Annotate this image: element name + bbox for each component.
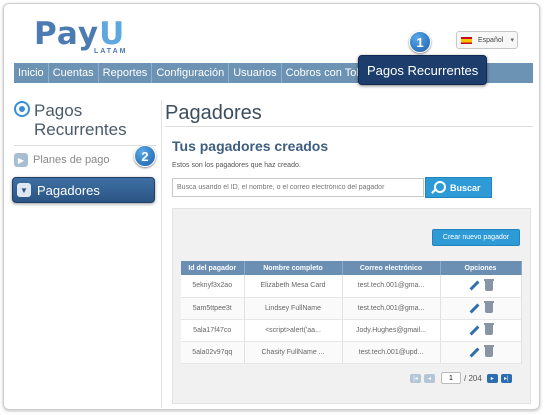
sidebar-title: Pagos Recurrentes	[34, 101, 127, 139]
page-total: / 204	[464, 373, 482, 383]
sidebar-title-line1: Pagos	[34, 101, 83, 120]
table-header-row: Id del pagador Nombre completo Correo el…	[181, 261, 522, 275]
sidebar-divider	[14, 145, 156, 146]
options-cell	[440, 275, 522, 298]
sidebar-item-label: Planes de pago	[33, 154, 110, 166]
language-label: Español	[478, 36, 504, 44]
content-divider	[161, 100, 162, 408]
title-divider	[165, 126, 533, 127]
sidebar-header: Pagos Recurrentes	[14, 101, 156, 141]
search-button[interactable]: Buscar	[425, 177, 492, 198]
payer-id-cell: 5eknyf3x2ao	[181, 275, 245, 298]
step-badge-2: 2	[134, 145, 156, 167]
first-page-button[interactable]: |◂	[410, 373, 421, 383]
delete-icon[interactable]	[483, 301, 494, 313]
payers-table: Id del pagador Nombre completo Correo el…	[181, 261, 522, 364]
language-select[interactable]: Español ▾	[456, 31, 518, 49]
delete-icon[interactable]	[483, 345, 494, 357]
payer-name-cell: Lindsey FullName	[244, 297, 343, 320]
options-cell	[440, 319, 522, 342]
table-row: 5ala02v97qq Chasity FullName ... test.te…	[181, 341, 522, 364]
table-row: 5ala17f47co <script>alert('aa... Jody.Hu…	[181, 319, 522, 342]
last-page-button[interactable]: ▸|	[500, 373, 512, 383]
payer-id-cell: 5am5ttpee3t	[181, 297, 245, 320]
prev-page-button[interactable]: ◂	[424, 373, 435, 383]
payer-id-cell: 5ala17f47co	[181, 319, 245, 342]
delete-icon[interactable]	[483, 278, 494, 291]
column-header-id[interactable]: Id del pagador	[181, 261, 245, 275]
edit-icon[interactable]	[469, 303, 480, 314]
section-description: Estos son los pagadores que haz creado.	[172, 162, 301, 169]
search-icon	[430, 180, 446, 195]
search-button-label: Buscar	[450, 182, 481, 193]
payer-name-cell: <script>alert('aa...	[244, 319, 343, 342]
nav-item-reportes[interactable]: Reportes	[99, 63, 153, 83]
sidebar-item-label: Pagadores	[37, 182, 100, 198]
page-number-input[interactable]	[441, 372, 461, 384]
chevron-down-icon: ▾	[510, 37, 514, 44]
options-cell	[440, 341, 522, 364]
payer-name-cell: Chasity FullName ...	[244, 341, 343, 364]
next-page-button[interactable]: ▸	[486, 373, 498, 383]
step-badge-1: 1	[409, 31, 431, 53]
payer-email-cell: test.tech.001@gma...	[342, 297, 441, 320]
sidebar-item-pagadores[interactable]: ▼ Pagadores	[12, 177, 155, 203]
pagination: |◂ ◂ / 204 ▸ ▸|	[410, 372, 512, 384]
logo-text-u: U	[99, 16, 126, 52]
language-flag-icon	[461, 36, 472, 44]
payer-email-cell: test.tech.001@upd...	[342, 341, 441, 364]
table-row: 5eknyf3x2ao Elizabeth Mesa Card test.tec…	[181, 275, 522, 298]
payu-logo: PayU LATAM	[34, 18, 125, 58]
nav-item-cuentas[interactable]: Cuentas	[49, 63, 99, 83]
payer-email-cell: test.tech.001@gma...	[342, 275, 441, 298]
edit-icon[interactable]	[469, 347, 480, 358]
recurring-payments-icon	[14, 101, 30, 117]
arrow-right-icon: ▶	[14, 153, 28, 167]
nav-item-usuarios[interactable]: Usuarios	[229, 63, 282, 83]
logo-text: Pay	[34, 16, 100, 52]
app-window: PayU LATAM Español ▾ Inicio Cuentas Repo…	[3, 3, 540, 410]
payer-id-cell: 5ala02v97qq	[181, 341, 245, 364]
column-header-email[interactable]: Correo electrónico	[342, 261, 441, 275]
nav-item-configuracion[interactable]: Configuración	[152, 63, 230, 83]
arrow-down-icon: ▼	[17, 183, 31, 197]
edit-icon[interactable]	[469, 280, 480, 291]
edit-icon[interactable]	[469, 325, 480, 336]
table-row: 5am5ttpee3t Lindsey FullName test.tech.0…	[181, 297, 522, 320]
column-header-options: Opciones	[440, 261, 522, 275]
search-input[interactable]	[172, 178, 424, 197]
create-payer-button[interactable]: Crear nuevo pagador	[432, 229, 520, 246]
section-title: Tus pagadores creados	[172, 138, 329, 154]
logo-subtext: LATAM	[94, 48, 128, 55]
options-cell	[440, 297, 522, 320]
column-header-name[interactable]: Nombre completo	[244, 261, 343, 275]
sidebar-title-line2: Recurrentes	[34, 120, 127, 139]
payer-name-cell: Elizabeth Mesa Card	[244, 275, 343, 298]
main-nav: Inicio Cuentas Reportes Configuración Us…	[14, 55, 533, 85]
delete-icon[interactable]	[483, 323, 494, 335]
payer-email-cell: Jody.Hughes@gmail...	[342, 319, 441, 342]
nav-item-pagos-recurrentes[interactable]: Pagos Recurrentes	[358, 55, 488, 85]
nav-item-inicio[interactable]: Inicio	[14, 63, 49, 83]
page-title: Pagadores	[165, 102, 262, 124]
